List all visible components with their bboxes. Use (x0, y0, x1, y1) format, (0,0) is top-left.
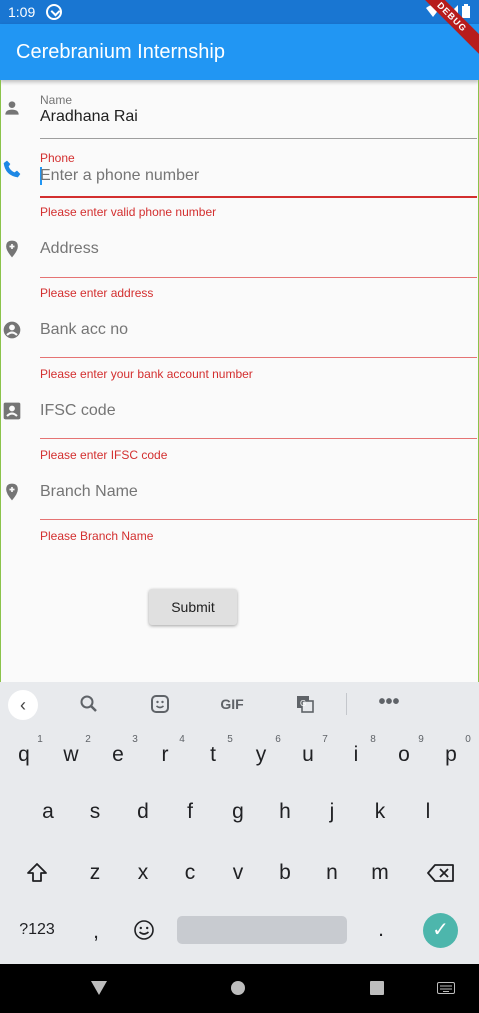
home-icon[interactable] (231, 981, 245, 995)
key-h[interactable]: h (265, 790, 305, 834)
wifi-icon (426, 5, 440, 17)
search-icon[interactable] (79, 694, 99, 714)
keyboard-switch-icon[interactable] (437, 982, 455, 994)
phone-icon (3, 160, 21, 178)
key-period[interactable]: . (361, 908, 401, 952)
address-input[interactable]: Address (40, 240, 99, 258)
person-icon (5, 101, 19, 115)
bank-account-underline (40, 357, 477, 358)
gif-button[interactable]: GIF (212, 682, 252, 726)
key-hint-8: 8 (370, 734, 376, 745)
bank-account-error: Please enter your bank account number (40, 367, 253, 381)
back-icon[interactable] (90, 980, 108, 996)
key-m[interactable]: m (360, 851, 400, 895)
key-z[interactable]: z (75, 851, 115, 895)
key-l[interactable]: l (408, 790, 448, 834)
key-hint-3: 3 (132, 734, 138, 745)
branch-underline (40, 519, 477, 520)
key-a[interactable]: a (28, 790, 68, 834)
translate-icon[interactable]: G (295, 694, 315, 714)
phone-underline (40, 196, 477, 198)
name-value[interactable]: Aradhana Rai (40, 108, 138, 126)
sticker-icon[interactable] (150, 694, 170, 714)
key-j[interactable]: j (312, 790, 352, 834)
key-b[interactable]: b (265, 851, 305, 895)
name-underline (40, 138, 477, 139)
keyboard-back-icon[interactable]: ‹ (8, 690, 38, 720)
account-circle-icon (3, 321, 21, 339)
backspace-icon[interactable] (427, 863, 455, 883)
signal-icon (446, 5, 458, 17)
phone-error: Please enter valid phone number (40, 205, 217, 219)
status-bar: 1:09 (0, 0, 479, 24)
key-hint-4: 4 (179, 734, 185, 745)
more-icon[interactable]: ••• (369, 682, 409, 726)
add-location-icon (6, 483, 18, 501)
battery-icon (462, 4, 470, 18)
key-k[interactable]: k (360, 790, 400, 834)
enter-check-icon[interactable]: ✓ (423, 913, 458, 948)
key-hint-0: 0 (465, 734, 471, 745)
key-hint-7: 7 (322, 734, 328, 745)
key-comma[interactable]: , (76, 910, 116, 954)
key-s[interactable]: s (75, 790, 115, 834)
bank-account-input[interactable]: Bank acc no (40, 321, 128, 339)
key-hint-1: 1 (37, 734, 43, 745)
key-c[interactable]: c (170, 851, 210, 895)
name-label: Name (40, 93, 73, 107)
ifsc-error: Please enter IFSC code (40, 448, 168, 462)
phone-label: Phone (40, 151, 75, 165)
key-v[interactable]: v (218, 851, 258, 895)
symbols-key[interactable]: ?123 (9, 908, 65, 952)
ifsc-input[interactable]: IFSC code (40, 402, 116, 420)
key-hint-9: 9 (418, 734, 424, 745)
ifsc-underline (40, 438, 477, 439)
key-f[interactable]: f (170, 790, 210, 834)
emoji-icon[interactable] (133, 919, 155, 941)
status-time: 1:09 (8, 4, 36, 20)
toolbar-divider (346, 693, 347, 715)
phone-input[interactable]: Enter a phone number (40, 167, 199, 185)
key-x[interactable]: x (123, 851, 163, 895)
space-bar[interactable] (177, 916, 347, 944)
branch-input[interactable]: Branch Name (40, 483, 138, 501)
account-box-icon (3, 402, 21, 420)
key-n[interactable]: n (312, 851, 352, 895)
submit-button[interactable]: Submit (149, 589, 237, 625)
sync-icon (46, 4, 62, 20)
key-g[interactable]: g (218, 790, 258, 834)
svg-text:G: G (300, 699, 306, 708)
key-hint-2: 2 (85, 734, 91, 745)
branch-error: Please Branch Name (40, 529, 154, 543)
address-error: Please enter address (40, 286, 154, 300)
edge-line-left (0, 80, 1, 682)
key-hint-5: 5 (227, 734, 233, 745)
address-underline (40, 277, 477, 278)
app-bar: Cerebranium Internship (0, 24, 479, 80)
add-location-icon (6, 240, 18, 258)
app-title: Cerebranium Internship (16, 41, 225, 63)
recents-icon[interactable] (370, 981, 384, 995)
shift-icon[interactable] (25, 861, 49, 885)
key-d[interactable]: d (123, 790, 163, 834)
key-hint-6: 6 (275, 734, 281, 745)
